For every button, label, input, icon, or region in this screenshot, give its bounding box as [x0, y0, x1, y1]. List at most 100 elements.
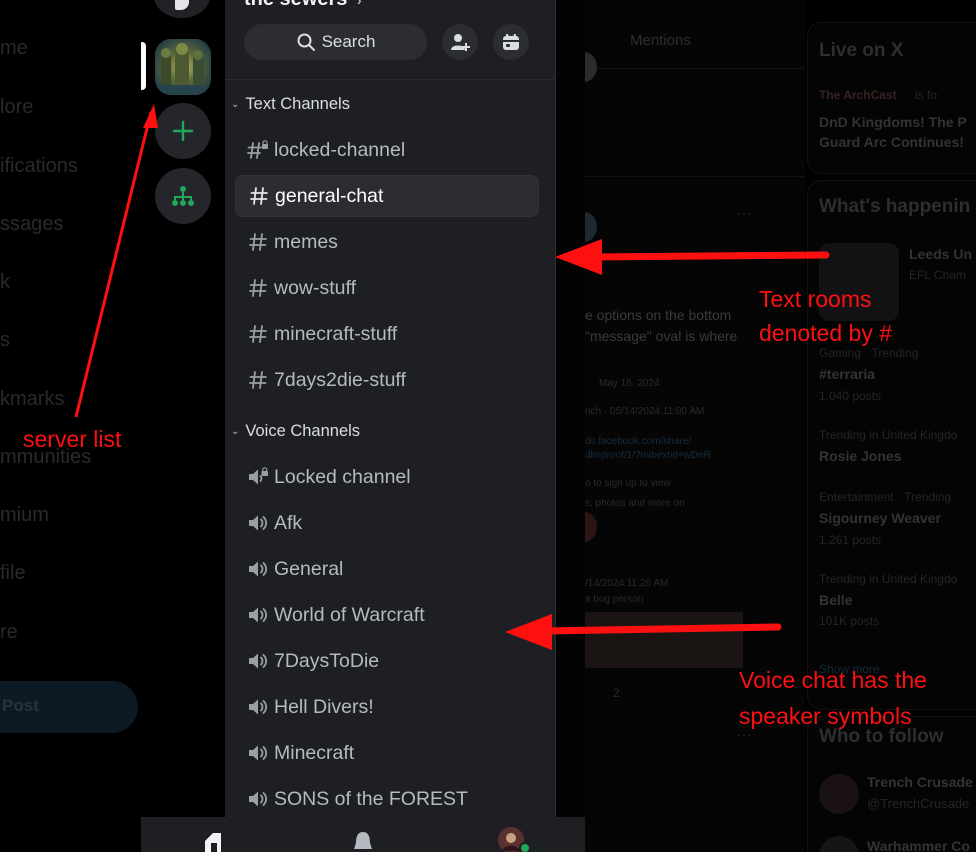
x-nav-item-grok[interactable]: k — [0, 271, 10, 294]
trend-name[interactable]: Belle — [819, 592, 852, 608]
channel-world-of-warcraft[interactable]: World of Warcraft — [235, 594, 539, 636]
channel-wow-stuff[interactable]: wow-stuff — [235, 267, 539, 309]
locked-speaker-icon — [244, 467, 272, 487]
channel-label: memes — [274, 230, 338, 253]
discord-home-icon — [205, 833, 221, 852]
feed-divider — [585, 176, 805, 177]
discover-button[interactable] — [155, 168, 211, 224]
chevron-down-icon: ⌄ — [231, 99, 240, 110]
feed-post-text: a bug person — [585, 594, 644, 605]
avatar[interactable] — [819, 774, 859, 814]
channel-minecraft-stuff[interactable]: minecraft-stuff — [235, 313, 539, 355]
speaker-icon — [244, 651, 272, 671]
trend-context: Trending in United Kingdo — [819, 572, 958, 586]
feed-avatar[interactable] — [585, 52, 597, 82]
chevron-right-icon: › — [356, 0, 362, 8]
x-nav-item-profile[interactable]: file — [0, 562, 26, 585]
channel-label: 7days2die-stuff — [274, 368, 406, 391]
live-author[interactable]: The ArchCast — [819, 88, 897, 102]
channel-7days2die-stuff[interactable]: 7days2die-stuff — [235, 359, 539, 401]
hash-icon — [244, 370, 272, 390]
feed-avatar[interactable] — [585, 212, 597, 242]
annotation-voice-line2: speaker symbols — [739, 703, 912, 729]
tab-servers[interactable] — [201, 829, 227, 852]
tab-notifications[interactable] — [350, 829, 376, 852]
annotation-text-rooms-line2: denoted by # — [759, 320, 893, 346]
add-member-icon — [451, 34, 470, 51]
server-name-header[interactable]: the sewers › — [244, 0, 362, 11]
trend-posts: 101K posts — [819, 614, 880, 628]
feed-card-text: s, photos and more on — [585, 498, 685, 509]
follow-name[interactable]: Warhammer Co — [867, 838, 970, 852]
channel-hell-divers[interactable]: Hell Divers! — [235, 686, 539, 728]
speaker-icon — [244, 743, 272, 763]
channel-label: minecraft-stuff — [274, 322, 398, 345]
divider-strip — [556, 0, 585, 852]
server-name: the sewers — [244, 0, 347, 10]
follow-handle: @TrenchCrusade — [867, 796, 970, 811]
x-nav-item-more[interactable]: re — [0, 621, 18, 644]
channel-general[interactable]: General — [235, 548, 539, 590]
feed-link[interactable]: dlmproof/1/?mibextid=wDeR — [585, 450, 711, 461]
speaker-icon — [244, 559, 272, 579]
screenshot-root: me lore ifications ssages k s kmarks mmu… — [0, 0, 976, 852]
header-divider — [225, 79, 556, 80]
x-nav-item-messages[interactable]: ssages — [0, 213, 63, 236]
channel-locked-channel[interactable]: Locked channel — [235, 456, 539, 498]
trend-name[interactable]: Sigourney Weaver — [819, 510, 941, 526]
category-text-channels[interactable]: ⌄ Text Channels — [231, 95, 350, 114]
channel-sons-of-the-forest[interactable]: SONS of the FOREST — [235, 778, 539, 820]
feed-date: /14/2024 11:26 AM — [585, 578, 669, 589]
trend-name[interactable]: #terraria — [819, 366, 875, 382]
channel-minecraft[interactable]: Minecraft — [235, 732, 539, 774]
online-status-indicator — [519, 842, 531, 852]
search-icon — [297, 33, 315, 51]
feed-link[interactable]: ds.facebook.com/share/ — [585, 436, 691, 447]
x-nav-item-bookmarks[interactable]: kmarks — [0, 388, 64, 411]
search-button[interactable]: Search — [244, 24, 427, 60]
follow-name[interactable]: Trench Crusade — [867, 774, 973, 790]
trend-title[interactable]: Leeds Un — [909, 246, 972, 262]
x-post-button[interactable]: Post — [0, 681, 138, 733]
channel-afk[interactable]: Afk — [235, 502, 539, 544]
feed-date: May 16, 2024 — [599, 378, 660, 389]
discord-home-icon[interactable] — [154, 0, 210, 18]
calendar-icon — [503, 34, 519, 50]
x-nav-item-lists[interactable]: s — [0, 329, 10, 352]
reply-count: 2 — [613, 686, 620, 700]
trend-subtitle: EFL Cham — [909, 268, 966, 282]
category-label: Text Channels — [245, 95, 350, 113]
events-button[interactable] — [493, 24, 529, 60]
selected-server-indicator — [141, 42, 146, 90]
x-nav-item-notifications[interactable]: ifications — [0, 155, 78, 178]
search-label: Search — [321, 32, 376, 51]
server-list — [141, 0, 225, 852]
channel-7daystodie[interactable]: 7DaysToDie — [235, 640, 539, 682]
channel-label: General — [274, 557, 344, 580]
x-nav-item-premium[interactable]: mium — [0, 504, 49, 527]
invite-button[interactable] — [442, 24, 478, 60]
more-icon[interactable]: ··· — [737, 205, 751, 221]
x-nav-item-home[interactable]: me — [0, 37, 28, 60]
channel-memes[interactable]: memes — [235, 221, 539, 263]
add-server-button[interactable] — [155, 103, 211, 159]
feed-image[interactable] — [585, 612, 743, 668]
hash-icon — [244, 278, 272, 298]
trend-name[interactable]: Rosie Jones — [819, 448, 901, 464]
speaker-icon — [244, 697, 272, 717]
channel-label: 7DaysToDie — [274, 649, 380, 672]
chevron-down-icon: ⌄ — [231, 426, 240, 437]
channel-label: Locked channel — [274, 465, 411, 488]
feed-card-text: o to sign up to view — [585, 478, 671, 489]
annotation-voice-line1: Voice chat has the — [739, 667, 927, 693]
server-icon-the-sewers[interactable] — [155, 39, 211, 95]
annotation-server-list: server list — [23, 426, 122, 452]
channel-locked-channel[interactable]: locked-channel — [235, 129, 539, 171]
channel-general-chat[interactable]: general-chat — [235, 175, 539, 217]
x-nav-item-explore[interactable]: lore — [0, 96, 33, 119]
hub-icon — [172, 186, 194, 206]
live-text[interactable]: DnD Kingdoms! The P — [819, 114, 967, 130]
category-voice-channels[interactable]: ⌄ Voice Channels — [231, 422, 360, 441]
tab-mentions[interactable]: Mentions — [630, 32, 691, 49]
live-text[interactable]: Guard Arc Continues! — [819, 134, 964, 150]
